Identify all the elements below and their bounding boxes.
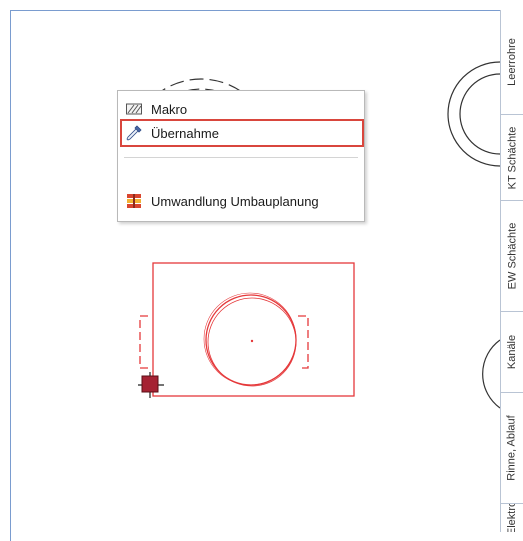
center-point (250, 339, 254, 343)
tab-rinne-ablauf[interactable]: Rinne, Ablauf (501, 393, 523, 504)
tab-kanaele[interactable]: Kanäle (501, 312, 523, 393)
menu-item-label: Makro (151, 101, 188, 117)
menu-item-label: Umwandlung Umbauplanung (151, 193, 319, 209)
tab-kt-schaechte[interactable]: KT Schächte (501, 115, 523, 201)
tab-elektro[interactable]: Elektro (501, 504, 523, 532)
drawing-svg (129, 61, 500, 409)
conversion-icon (125, 192, 143, 210)
shaft-symbol-right-bottom[interactable] (482, 339, 500, 409)
eyedropper-icon (125, 124, 143, 142)
selection-rect (152, 262, 355, 397)
menu-item-uebernahme[interactable]: Übernahme (120, 119, 364, 147)
side-tab-strip: Leerrohre KT Schächte EW Schächte Kanäle… (500, 10, 523, 532)
tab-leerrohre[interactable]: Leerrohre (501, 10, 523, 115)
context-menu: Makro Übernahme Umwandlung Umbauplanung (117, 90, 365, 222)
menu-item-label: Übernahme (151, 125, 219, 141)
crosshair-cursor-icon (138, 372, 164, 398)
shaft-symbol-right-top[interactable] (447, 61, 500, 167)
menu-separator (124, 157, 358, 158)
cad-canvas[interactable]: Makro Übernahme Umwandlung Umbauplanung (0, 0, 523, 541)
selected-object[interactable] (139, 262, 355, 397)
macro-icon (125, 100, 143, 118)
menu-item-makro[interactable]: Makro (122, 97, 360, 121)
menu-item-umwandlung[interactable]: Umwandlung Umbauplanung (122, 189, 360, 213)
tab-ew-schaechte[interactable]: EW Schächte (501, 201, 523, 312)
